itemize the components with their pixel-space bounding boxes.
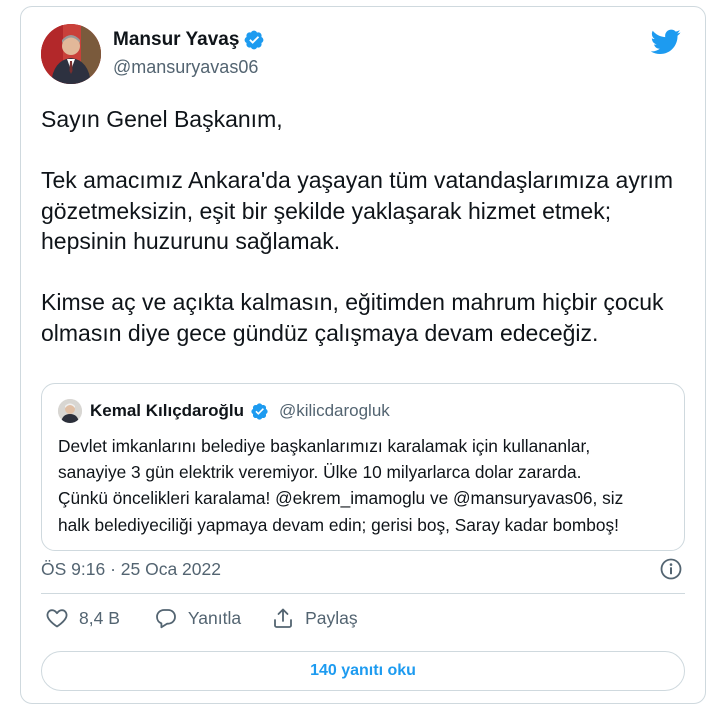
- quoted-author-handle: @kilicdarogluk: [278, 401, 390, 420]
- tweet-embed-card: Mansur Yavaş @mansuryavas06 Sayın Genel …: [20, 6, 706, 704]
- twitter-bird-icon[interactable]: [651, 29, 681, 55]
- author-avatar[interactable]: [41, 24, 101, 84]
- divider: [41, 593, 685, 594]
- author-handle[interactable]: @mansuryavas06: [113, 57, 258, 78]
- like-count: 8,4 B: [79, 607, 120, 628]
- share-label: Paylaş: [305, 607, 358, 628]
- like-button[interactable]: 8,4 B: [45, 606, 120, 630]
- read-replies-button[interactable]: 140 yanıtı oku: [41, 651, 685, 691]
- verified-badge-icon: [243, 29, 265, 51]
- share-icon: [271, 606, 295, 630]
- quoted-tweet[interactable]: Kemal Kılıçdaroğlu @kilicdarogluk Devlet…: [41, 383, 685, 551]
- reply-icon: [154, 606, 178, 630]
- tweet-actions: 8,4 B Yanıtla Paylaş: [45, 606, 358, 630]
- heart-icon: [45, 606, 69, 630]
- reply-button[interactable]: Yanıtla: [154, 606, 241, 630]
- verified-badge-icon: [250, 402, 269, 421]
- quoted-author-avatar: [58, 399, 82, 423]
- author-name-row: Mansur Yavaş: [113, 29, 265, 51]
- quoted-tweet-header: Kemal Kılıçdaroğlu @kilicdarogluk: [58, 399, 390, 423]
- quoted-author-name: Kemal Kılıçdaroğlu: [90, 401, 244, 420]
- info-icon[interactable]: [659, 557, 683, 581]
- author-name[interactable]: Mansur Yavaş: [113, 29, 239, 51]
- reply-label: Yanıtla: [187, 607, 242, 628]
- tweet-timestamp[interactable]: ÖS 9:16 · 25 Oca 2022: [41, 559, 221, 580]
- tweet-text: Sayın Genel Başkanım, Tek amacımız Ankar…: [41, 106, 674, 346]
- quoted-tweet-text: Devlet imkanlarını belediye başkanlarımı…: [58, 436, 624, 535]
- share-button[interactable]: Paylaş: [271, 606, 358, 630]
